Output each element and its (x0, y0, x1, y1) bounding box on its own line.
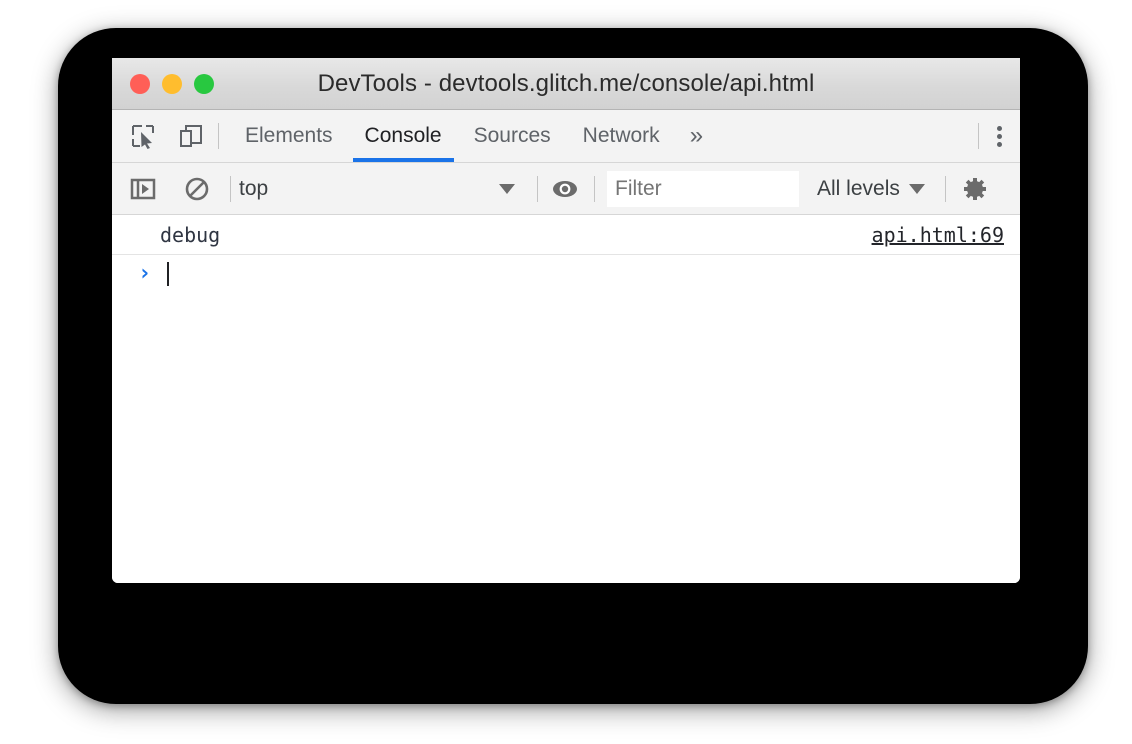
log-level-selector[interactable]: All levels (817, 177, 925, 201)
kebab-dots-icon (997, 123, 1002, 150)
prompt-text-caret (167, 262, 170, 286)
chevron-down-icon (499, 183, 515, 194)
tab-network[interactable]: Network (567, 110, 676, 162)
console-prompt-row[interactable]: › (112, 255, 1020, 293)
devtools-window: DevTools - devtools.glitch.me/console/ap… (112, 58, 1020, 583)
console-body: debug api.html:69 › (112, 215, 1020, 583)
console-toolbar-divider-2 (537, 175, 538, 202)
execution-context-value: top (239, 176, 269, 200)
log-level-label: All levels (817, 176, 900, 200)
console-toolbar-divider-1 (230, 175, 231, 202)
tab-bar: Elements Console Sources Network » (112, 110, 1020, 163)
window-title: DevTools - devtools.glitch.me/console/ap… (317, 69, 815, 97)
console-message-row[interactable]: debug api.html:69 (112, 215, 1020, 255)
inspect-element-icon[interactable] (126, 119, 160, 153)
tab-sources[interactable]: Sources (458, 110, 567, 162)
clear-console-icon[interactable] (180, 172, 214, 206)
console-message-text: debug (160, 222, 221, 247)
console-toolbar: top All levels (112, 163, 1020, 215)
console-message-source-link[interactable]: api.html:69 (872, 223, 1004, 247)
console-toolbar-divider-4 (944, 175, 946, 202)
gear-icon[interactable] (958, 172, 992, 206)
toolbar-divider (218, 123, 219, 149)
kebab-divider (978, 123, 979, 149)
tab-overflow-chevron-icon[interactable]: » (676, 122, 717, 150)
title-bar: DevTools - devtools.glitch.me/console/ap… (112, 58, 1020, 110)
tab-console[interactable]: Console (349, 110, 458, 162)
eye-icon[interactable] (548, 172, 582, 206)
execution-context-selector[interactable]: top (235, 172, 527, 206)
filter-input[interactable] (607, 170, 799, 207)
prompt-chevron-icon: › (138, 261, 152, 286)
more-options-button[interactable] (968, 123, 1002, 150)
console-toolbar-divider-3 (594, 175, 595, 202)
chevron-down-icon (908, 183, 925, 194)
device-toolbar-icon[interactable] (174, 119, 208, 153)
show-console-sidebar-icon[interactable] (126, 172, 160, 206)
tab-elements[interactable]: Elements (229, 110, 349, 162)
